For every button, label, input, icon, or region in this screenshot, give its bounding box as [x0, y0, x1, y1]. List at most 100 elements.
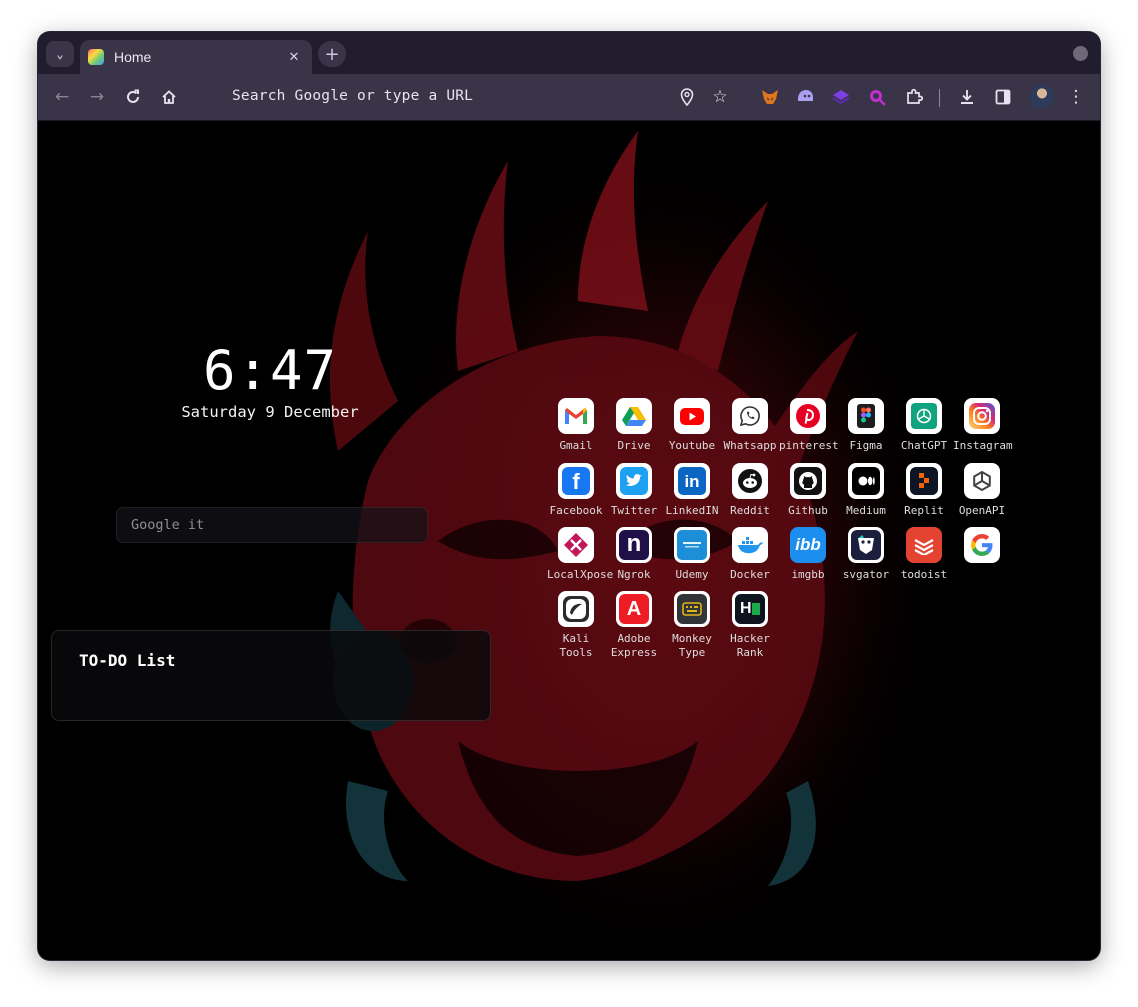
clock-date: Saturday 9 December [181, 403, 359, 421]
shortcut-label: Twitter [610, 504, 658, 517]
shortcut-pinterest[interactable]: pinterest [779, 398, 839, 453]
shortcut-label: Github [788, 504, 828, 517]
kebab-menu-icon[interactable]: ⋮ [1064, 85, 1088, 109]
layers-extension-icon[interactable] [831, 87, 851, 107]
youtube-icon [674, 398, 710, 434]
shortcut-medium[interactable]: Medium [837, 463, 895, 518]
shortcut-label: svgator [842, 568, 890, 581]
gmail-icon [558, 398, 594, 434]
shortcut-label: Instagram [953, 439, 1013, 452]
bookmark-star-icon[interactable]: ☆ [708, 85, 732, 109]
shortcut-figma[interactable]: Figma [837, 398, 895, 453]
shortcut-label: Replit [904, 504, 944, 517]
shortcut-linkedin[interactable]: in LinkedIN [663, 463, 721, 518]
google-search-input[interactable] [117, 508, 427, 542]
profile-avatar[interactable] [1030, 85, 1054, 109]
google-search-box [116, 507, 428, 543]
shortcut-twitter[interactable]: Twitter [605, 463, 663, 518]
forward-arrow-icon[interactable]: → [85, 85, 109, 109]
clock-time: 6:47 [202, 339, 338, 402]
medium-icon [848, 463, 884, 499]
shortcut-replit[interactable]: Replit [895, 463, 953, 518]
shortcut-label: Youtube [668, 439, 716, 452]
shortcut-localxpose[interactable]: LocalXpose [547, 527, 614, 582]
tab-search-button[interactable]: ⌄ [46, 41, 74, 67]
facebook-icon: f [558, 463, 594, 499]
shortcut-hackerrank[interactable]: H Hacker Rank [721, 591, 779, 660]
location-pin-icon[interactable] [675, 85, 699, 109]
tab-home[interactable]: Home ✕ [80, 40, 312, 74]
google-icon [964, 527, 1000, 563]
side-panel-icon[interactable] [991, 85, 1015, 109]
shortcut-instagram[interactable]: Instagram [953, 398, 1013, 453]
shortcut-label: LocalXpose [547, 568, 614, 581]
shortcut-adobe-express[interactable]: A Adobe Express [605, 591, 663, 660]
tab-strip: ⌄ Home ✕ + [38, 32, 1100, 74]
pinterest-icon [790, 398, 826, 434]
extensions-puzzle-icon[interactable] [902, 85, 926, 109]
window-control-button[interactable] [1073, 46, 1088, 61]
close-icon[interactable]: ✕ [284, 50, 304, 65]
todo-title: TO-DO List [79, 651, 176, 670]
shortcut-label: Medium [846, 504, 886, 517]
shortcut-youtube[interactable]: Youtube [663, 398, 721, 453]
shortcut-label: LinkedIN [665, 504, 719, 517]
shortcut-udemy[interactable]: Udemy [663, 527, 721, 582]
todoist-icon [906, 527, 942, 563]
new-tab-page: 6:47 Saturday 9 December TO-DO List Gmai… [38, 121, 1100, 960]
kali-icon [558, 591, 594, 627]
shortcut-ngrok[interactable]: n Ngrok [605, 527, 663, 582]
shortcut-label: OpenAPI [958, 504, 1006, 517]
shortcut-label: Facebook [549, 504, 603, 517]
figma-icon [848, 398, 884, 434]
download-icon[interactable] [955, 85, 979, 109]
shortcut-todoist[interactable]: todoist [895, 527, 953, 582]
instagram-icon [964, 398, 1000, 434]
toolbar-divider [939, 89, 940, 107]
shortcut-label: Monkey Type [672, 632, 712, 659]
phantom-ghost-icon[interactable] [795, 87, 815, 107]
shortcut-drive[interactable]: Drive [605, 398, 663, 453]
shortcut-label: ChatGPT [900, 439, 948, 452]
shortcut-reddit[interactable]: Reddit [721, 463, 779, 518]
shortcut-gmail[interactable]: Gmail [547, 398, 605, 453]
back-arrow-icon[interactable]: ← [50, 85, 74, 109]
shortcut-label: Adobe Express [610, 632, 658, 659]
google-g-icon [204, 87, 224, 107]
shortcut-docker[interactable]: Docker [721, 527, 779, 582]
monkeytype-icon [674, 591, 710, 627]
openai-icon [964, 463, 1000, 499]
shortcut-whatsapp[interactable]: Whatsapp [721, 398, 779, 453]
shortcut-svgator[interactable]: svgator [837, 527, 895, 582]
magnifier-extension-icon[interactable] [867, 87, 887, 107]
reload-icon[interactable] [121, 85, 145, 109]
home-icon[interactable] [157, 85, 181, 109]
svgator-icon [848, 527, 884, 563]
omnibox-input[interactable]: Search Google or type a URL [232, 88, 473, 104]
shortcut-label: imgbb [791, 568, 825, 581]
shortcut-label: Ngrok [617, 568, 651, 581]
shortcut-github[interactable]: Github [779, 463, 837, 518]
shortcut-imgbb[interactable]: ibb imgbb [779, 527, 837, 582]
shortcut-label: Figma [849, 439, 883, 452]
adobe-express-icon: A [616, 591, 652, 627]
tab-title: Home [114, 49, 152, 65]
localxpose-icon [558, 527, 594, 563]
linkedin-icon: in [674, 463, 710, 499]
docker-icon [732, 527, 768, 563]
shortcut-google[interactable] [953, 527, 1011, 568]
shortcut-openapi[interactable]: OpenAPI [953, 463, 1011, 518]
new-tab-button[interactable]: + [318, 41, 346, 67]
shortcut-label: Hacker Rank [730, 632, 770, 659]
shortcut-label: Whatsapp [723, 439, 777, 452]
browser-toolbar: ← → Search Google or type a URL ☆ ⋮ [38, 74, 1100, 121]
shortcut-facebook[interactable]: f Facebook [547, 463, 605, 518]
shortcut-label: Kali Tools [559, 632, 593, 659]
shortcut-chatgpt[interactable]: ChatGPT [895, 398, 953, 453]
hackerrank-icon: H [732, 591, 768, 627]
udemy-icon [674, 527, 710, 563]
shortcut-monkeytype[interactable]: Monkey Type [663, 591, 721, 660]
twitter-icon [616, 463, 652, 499]
metamask-icon[interactable] [760, 87, 780, 107]
shortcut-kali-tools[interactable]: Kali Tools [547, 591, 605, 660]
